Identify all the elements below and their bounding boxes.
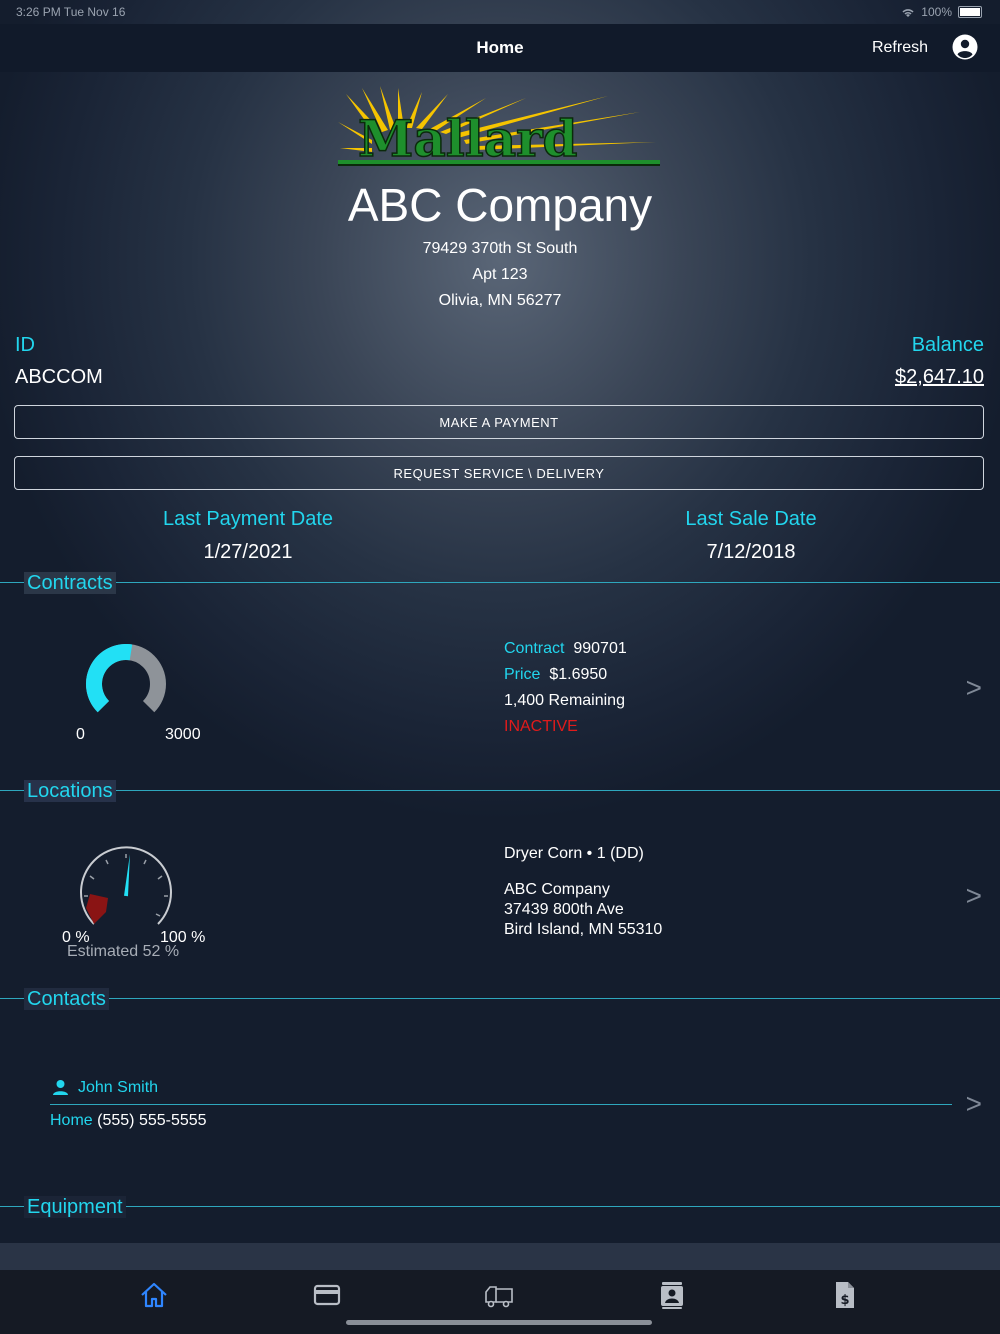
location-city: Bird Island, MN 55310	[504, 921, 663, 938]
credit-card-icon[interactable]	[312, 1280, 342, 1310]
last-payment-date: Last Payment Date 1/27/2021	[48, 508, 448, 564]
equipment-section-title: Equipment	[22, 1196, 128, 1219]
svg-text:$: $	[840, 1293, 849, 1308]
contract-gauge	[86, 644, 166, 713]
equipment-row-partial	[0, 1243, 1000, 1270]
balance-value-link[interactable]: $2,647.10	[895, 366, 984, 389]
contact-phone: Home (555) 555-5555	[50, 1112, 207, 1130]
contact-chevron-icon[interactable]: >	[966, 1088, 982, 1120]
last-sale-date: Last Sale Date 7/12/2018	[551, 508, 951, 564]
price-label: Price	[504, 666, 541, 683]
person-icon	[53, 1080, 68, 1095]
account-icon[interactable]	[952, 34, 978, 60]
tank-gauge	[80, 846, 172, 925]
contract-gauge-min: 0	[76, 726, 85, 743]
contacts-section-title: Contacts	[22, 988, 111, 1011]
contract-remaining: 1,400 Remaining	[504, 692, 625, 709]
tank-estimated: Estimated 52 %	[67, 943, 180, 960]
last-sale-label: Last Sale Date	[685, 508, 817, 530]
price-value: $1.6950	[549, 666, 608, 683]
contract-status: INACTIVE	[504, 718, 578, 735]
contact-card-icon[interactable]	[657, 1280, 687, 1310]
contract-price: Price $1.6950	[504, 666, 607, 684]
contact-divider	[50, 1104, 952, 1105]
locations-divider	[0, 790, 1000, 791]
refresh-button[interactable]: Refresh	[872, 39, 928, 57]
status-time: 3:26 PM Tue Nov 16	[16, 5, 126, 19]
last-sale-value: 7/12/2018	[706, 541, 796, 563]
request-service-button[interactable]: REQUEST SERVICE \ DELIVERY	[14, 456, 984, 490]
location-name: ABC Company	[504, 881, 610, 898]
contract-chevron-icon[interactable]: >	[966, 672, 982, 704]
contract-value: 990701	[573, 640, 627, 657]
contacts-divider	[0, 998, 1000, 999]
invoice-icon[interactable]: $	[829, 1280, 859, 1310]
account-id-label: ID	[15, 334, 35, 356]
balance-label: Balance	[911, 334, 984, 356]
contract-number: Contract 990701	[504, 640, 627, 658]
status-right: 100%	[901, 5, 982, 19]
equipment-divider	[0, 1206, 1000, 1207]
company-name: ABC Company	[347, 179, 653, 231]
battery-icon	[958, 6, 982, 18]
locations-section-title: Locations	[22, 780, 118, 803]
phone-value: (555) 555-5555	[97, 1112, 207, 1129]
last-payment-label: Last Payment Date	[162, 508, 334, 530]
contracts-divider	[0, 582, 1000, 583]
location-chevron-icon[interactable]: >	[966, 880, 982, 912]
battery-percent: 100%	[921, 5, 952, 19]
contracts-section-title: Contracts	[22, 572, 118, 595]
home-icon[interactable]	[139, 1280, 169, 1310]
account-id-value: ABCCOM	[15, 366, 103, 388]
make-payment-button[interactable]: MAKE A PAYMENT	[14, 405, 984, 439]
contract-label: Contract	[504, 640, 565, 657]
logo-text: Mallard	[358, 109, 577, 168]
contact-name: John Smith	[78, 1079, 159, 1096]
company-address-line3: Olivia, MN 56277	[438, 292, 562, 309]
nav-bar: Home Refresh	[0, 24, 1000, 72]
location-tank: Dryer Corn • 1 (DD)	[504, 845, 644, 862]
company-address-line2: Apt 123	[472, 266, 528, 283]
location-street: 37439 800th Ave	[504, 901, 624, 918]
delivery-truck-icon[interactable]	[484, 1280, 514, 1310]
company-address-line1: 79429 370th St South	[422, 240, 578, 257]
home-indicator	[346, 1320, 652, 1325]
status-bar: 3:26 PM Tue Nov 16 100%	[0, 0, 1000, 24]
last-payment-value: 1/27/2021	[203, 541, 293, 563]
page-title: Home	[476, 38, 524, 57]
phone-label: Home	[50, 1112, 93, 1129]
contract-gauge-max: 3000	[165, 726, 201, 743]
mallard-logo: Mallard	[338, 86, 660, 169]
wifi-icon	[902, 8, 914, 17]
